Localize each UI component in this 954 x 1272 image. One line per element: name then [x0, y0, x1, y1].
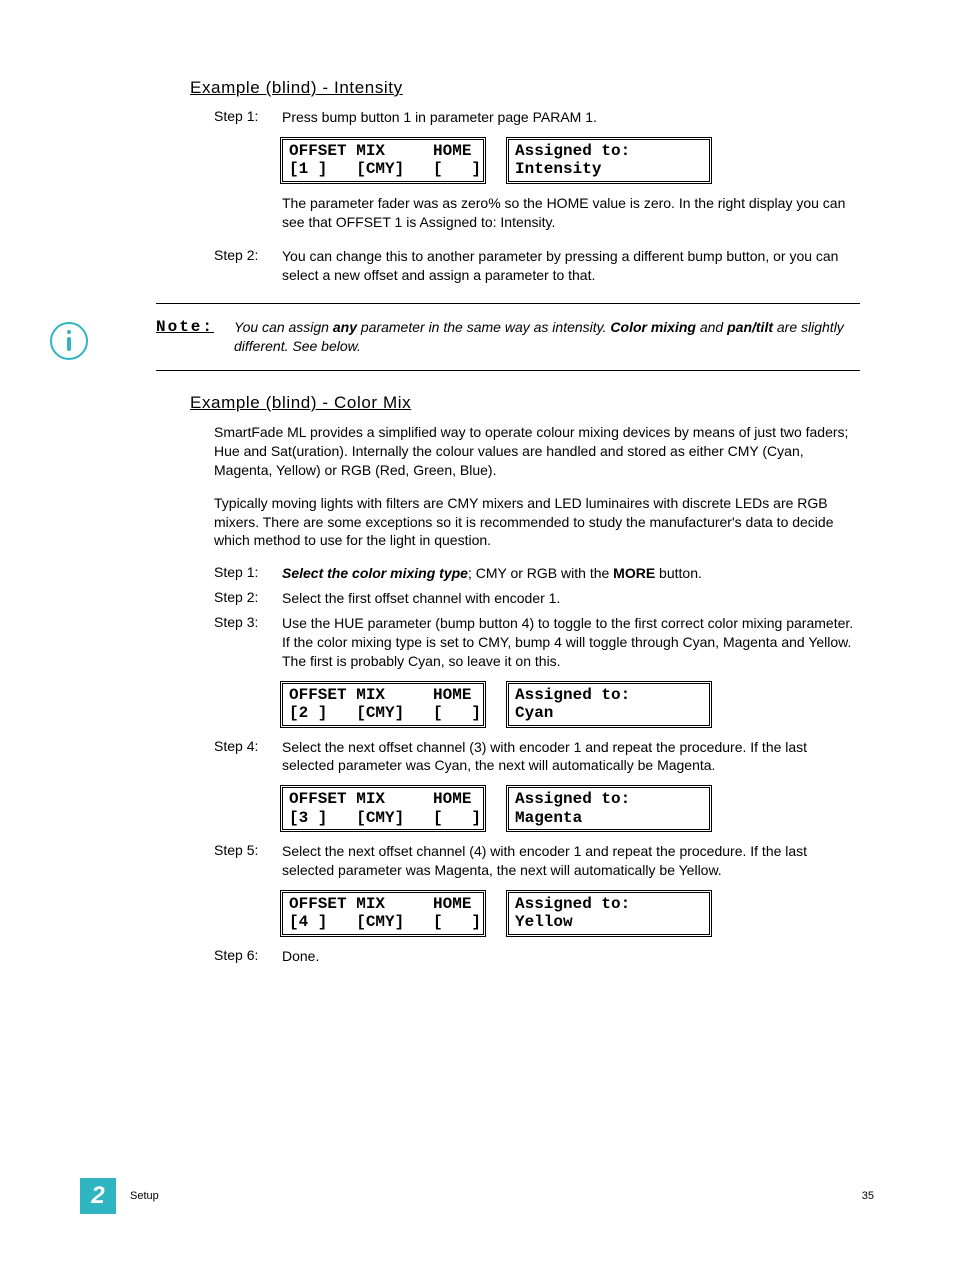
lcd-line: OFFSET MIX HOME: [289, 790, 471, 808]
step-row: Step 1: Press bump button 1 in parameter…: [214, 108, 860, 127]
footer-section-name: Setup: [130, 1190, 159, 1202]
step-label: Step 5:: [214, 842, 282, 880]
lcd-line: [3 ] [CMY] [ ]: [289, 809, 481, 827]
step-row: Step 1: Select the color mixing type; CM…: [214, 564, 860, 583]
step-text: Select the next offset channel (3) with …: [282, 738, 860, 776]
lcd-line: Assigned to:: [515, 142, 630, 160]
lcd-right: Assigned to: Yellow: [506, 890, 712, 937]
step-text: Done.: [282, 947, 860, 966]
lcd-line: Yellow: [515, 913, 573, 931]
step-text: You can change this to another parameter…: [282, 247, 860, 285]
lcd-right: Assigned to: Cyan: [506, 681, 712, 728]
step-label: Step 1:: [214, 564, 282, 583]
lcd-line: Cyan: [515, 704, 553, 722]
step-label: Step 6:: [214, 947, 282, 966]
lcd-line: OFFSET MIX HOME: [289, 895, 471, 913]
lcd-line: Assigned to:: [515, 686, 630, 704]
lcd-display-row: OFFSET MIX HOME [2 ] [CMY] [ ] Assigned …: [280, 681, 860, 728]
page: Example (blind) - Intensity Step 1: Pres…: [0, 0, 954, 1272]
step-label: Step 1:: [214, 108, 282, 127]
step-label: Step 3:: [214, 614, 282, 671]
step-text: Select the color mixing type; CMY or RGB…: [282, 564, 860, 583]
step-text: Press bump button 1 in parameter page PA…: [282, 108, 860, 127]
lcd-display-row: OFFSET MIX HOME [3 ] [CMY] [ ] Assigned …: [280, 785, 860, 832]
chapter-number-box: 2: [80, 1178, 116, 1214]
page-number: 35: [862, 1190, 874, 1202]
paragraph: Typically moving lights with filters are…: [214, 494, 860, 551]
lcd-line: Intensity: [515, 160, 601, 178]
step-row: Step 2: You can change this to another p…: [214, 247, 860, 285]
note-block: Note: You can assign any parameter in th…: [156, 303, 860, 371]
page-footer: 2 Setup 35: [80, 1178, 874, 1214]
lcd-right: Assigned to: Intensity: [506, 137, 712, 184]
lcd-right: Assigned to: Magenta: [506, 785, 712, 832]
lcd-line: [1 ] [CMY] [ ]: [289, 160, 481, 178]
paragraph: SmartFade ML provides a simplified way t…: [214, 423, 860, 480]
lcd-line: Assigned to:: [515, 895, 630, 913]
note-label: Note:: [156, 318, 234, 356]
step-row: Step 5: Select the next offset channel (…: [214, 842, 860, 880]
step-label: Step 4:: [214, 738, 282, 776]
step-row: Step 6: Done.: [214, 947, 860, 966]
step-label: Step 2:: [214, 589, 282, 608]
step-row: Step 3: Use the HUE parameter (bump butt…: [214, 614, 860, 671]
lcd-left: OFFSET MIX HOME [3 ] [CMY] [ ]: [280, 785, 486, 832]
step-text: Select the next offset channel (4) with …: [282, 842, 860, 880]
step-text: Use the HUE parameter (bump button 4) to…: [282, 614, 860, 671]
note-icon: [50, 322, 88, 360]
lcd-caption: The parameter fader was as zero% so the …: [282, 194, 860, 232]
heading-intensity: Example (blind) - Intensity: [190, 78, 860, 98]
step-row: Step 4: Select the next offset channel (…: [214, 738, 860, 776]
lcd-display-row: OFFSET MIX HOME [1 ] [CMY] [ ] Assigned …: [280, 137, 860, 184]
lcd-line: Assigned to:: [515, 790, 630, 808]
step-label: Step 2:: [214, 247, 282, 285]
content-body: Example (blind) - Intensity Step 1: Pres…: [190, 78, 860, 966]
lcd-line: [2 ] [CMY] [ ]: [289, 704, 481, 722]
lcd-left: OFFSET MIX HOME [2 ] [CMY] [ ]: [280, 681, 486, 728]
lcd-left: OFFSET MIX HOME [4 ] [CMY] [ ]: [280, 890, 486, 937]
lcd-line: Magenta: [515, 809, 582, 827]
step-row: Step 2: Select the first offset channel …: [214, 589, 860, 608]
section-colormix: Example (blind) - Color Mix SmartFade ML…: [190, 393, 860, 966]
lcd-display-row: OFFSET MIX HOME [4 ] [CMY] [ ] Assigned …: [280, 890, 860, 937]
lcd-line: OFFSET MIX HOME: [289, 142, 471, 160]
step-text: Select the first offset channel with enc…: [282, 589, 860, 608]
lcd-line: OFFSET MIX HOME: [289, 686, 471, 704]
section-intensity: Example (blind) - Intensity Step 1: Pres…: [190, 78, 860, 285]
lcd-left: OFFSET MIX HOME [1 ] [CMY] [ ]: [280, 137, 486, 184]
note-body: You can assign any parameter in the same…: [234, 318, 860, 356]
lcd-line: [4 ] [CMY] [ ]: [289, 913, 481, 931]
heading-colormix: Example (blind) - Color Mix: [190, 393, 860, 413]
